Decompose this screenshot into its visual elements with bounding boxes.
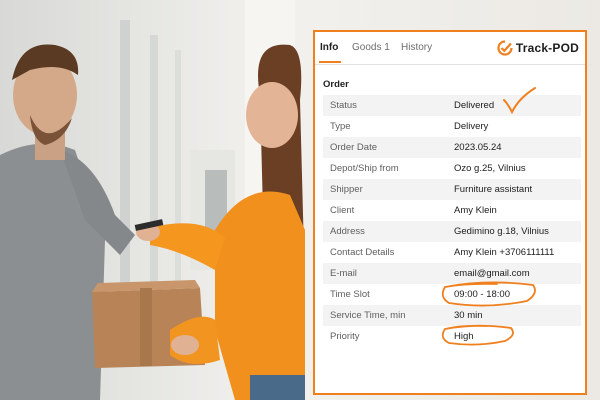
- row-client: Client Amy Klein: [323, 200, 581, 221]
- row-label: Contact Details: [330, 247, 395, 258]
- row-type: Type Delivery: [323, 116, 581, 137]
- row-label: Order Date: [330, 142, 377, 153]
- row-service-time: Service Time, min 30 min: [323, 305, 581, 326]
- tab-info[interactable]: Info: [320, 42, 338, 53]
- row-value: Amy Klein: [454, 205, 497, 216]
- row-priority: Priority High: [323, 326, 581, 347]
- row-value: 09:00 - 18:00: [454, 289, 510, 300]
- section-title: Order: [323, 79, 349, 90]
- tab-goods[interactable]: Goods 1: [352, 42, 390, 53]
- row-value: 2023.05.24: [454, 142, 502, 153]
- row-status: Status Delivered: [323, 95, 581, 116]
- row-value: Delivered: [454, 100, 495, 111]
- tab-history[interactable]: History: [401, 42, 432, 53]
- row-order-date: Order Date 2023.05.24: [323, 137, 581, 158]
- row-address: Address Gedimino g.18, Vilnius: [323, 221, 581, 242]
- row-email: E-mail email@gmail.com: [323, 263, 581, 284]
- active-tab-indicator: [319, 61, 341, 63]
- row-label: Shipper: [330, 184, 363, 195]
- row-shipper: Shipper Furniture assistant: [323, 179, 581, 200]
- row-value: Delivery: [454, 121, 489, 132]
- row-label: Address: [330, 226, 365, 237]
- row-value: email@gmail.com: [454, 268, 530, 279]
- row-value: Ozo g.25, Vilnius: [454, 163, 526, 174]
- row-value: 30 min: [454, 310, 483, 321]
- row-time-slot: Time Slot 09:00 - 18:00: [323, 284, 581, 305]
- order-details-list: Status Delivered Type Delivery Order Date 2…: [323, 95, 581, 347]
- row-label: Service Time, min: [330, 310, 406, 321]
- row-label: Type: [330, 121, 351, 132]
- checkmark-logo-icon: [497, 40, 513, 56]
- order-card: Info Goods 1 History Track-POD Order Sta…: [313, 30, 587, 395]
- row-value: Furniture assistant: [454, 184, 533, 195]
- row-label: Client: [330, 205, 355, 216]
- brand-logo: Track-POD: [497, 38, 579, 58]
- row-value: High: [454, 331, 474, 342]
- row-value: Amy Klein +3706111111: [454, 247, 555, 258]
- row-contact: Contact Details Amy Klein +3706111111: [323, 242, 581, 263]
- row-depot: Depot/Ship from Ozo g.25, Vilnius: [323, 158, 581, 179]
- tab-bar: Info Goods 1 History Track-POD: [315, 32, 585, 65]
- brand-name: Track-POD: [515, 41, 579, 55]
- row-label: Status: [330, 100, 357, 111]
- row-label: E-mail: [330, 268, 357, 279]
- row-label: Time Slot: [330, 289, 370, 300]
- row-label: Priority: [330, 331, 360, 342]
- row-label: Depot/Ship from: [330, 163, 399, 174]
- row-value: Gedimino g.18, Vilnius: [454, 226, 549, 237]
